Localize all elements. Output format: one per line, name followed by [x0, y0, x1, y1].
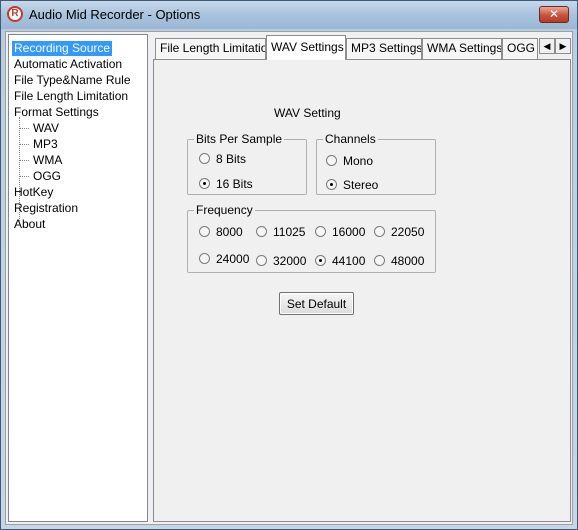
radio-freq-44100[interactable]: 44100 — [315, 254, 365, 268]
options-window: R Audio Mid Recorder - Options ✕ Recordi… — [0, 0, 578, 530]
radio-indicator — [199, 153, 210, 164]
radio-label: 44100 — [332, 254, 366, 268]
radio-indicator — [374, 226, 385, 237]
radio-indicator — [315, 226, 326, 237]
tab-strip: File Length Limitation WAV Settings MP3 … — [153, 34, 571, 60]
tree-item-wav[interactable]: WAV — [31, 121, 61, 136]
tree-item-recording-source[interactable]: Recording Source — [12, 41, 113, 56]
radio-indicator — [315, 255, 326, 266]
bits-per-sample-group: Bits Per Sample 8 Bits 16 Bits — [187, 132, 307, 195]
tree-item-file-type-name-rule[interactable]: File Type&Name Rule — [12, 73, 133, 88]
wav-settings-page: WAV Setting Bits Per Sample 8 Bits 16 Bi… — [153, 59, 571, 522]
tab-wma-settings[interactable]: WMA Settings — [422, 38, 502, 59]
title-bar[interactable]: R Audio Mid Recorder - Options ✕ — [1, 1, 577, 29]
radio-label: 48000 — [391, 254, 425, 268]
tab-scroll-right-icon[interactable]: ▶ — [555, 38, 571, 54]
window-title: Audio Mid Recorder - Options — [29, 7, 201, 22]
radio-8-bits[interactable]: 8 Bits — [199, 152, 246, 166]
tree-connector — [19, 144, 29, 145]
radio-freq-8000[interactable]: 8000 — [199, 225, 243, 239]
radio-freq-22050[interactable]: 22050 — [374, 225, 424, 239]
tree-item-hotkey[interactable]: HotKey — [12, 185, 55, 200]
tree-connector — [19, 176, 29, 177]
radio-label: 32000 — [273, 254, 307, 268]
radio-freq-48000[interactable]: 48000 — [374, 254, 424, 268]
tab-mp3-settings[interactable]: MP3 Settings — [346, 38, 422, 59]
app-icon: R — [7, 6, 23, 22]
radio-label: 16 Bits — [216, 177, 253, 191]
options-tree[interactable]: Recording Source Automatic Activation Fi… — [8, 34, 148, 522]
radio-indicator — [256, 255, 267, 266]
tree-item-file-length-limitation[interactable]: File Length Limitation — [12, 89, 130, 104]
radio-freq-24000[interactable]: 24000 — [199, 252, 249, 266]
tree-item-mp3[interactable]: MP3 — [31, 137, 60, 152]
radio-indicator — [256, 226, 267, 237]
radio-label: 11025 — [273, 225, 306, 239]
tab-file-length-limitation[interactable]: File Length Limitation — [155, 38, 266, 59]
tab-wav-settings[interactable]: WAV Settings — [266, 35, 346, 60]
channels-group: Channels Mono Stereo — [316, 132, 436, 195]
radio-freq-16000[interactable]: 16000 — [315, 225, 365, 239]
tree-item-about[interactable]: About — [12, 217, 47, 232]
radio-label: 8000 — [216, 225, 243, 239]
frequency-group: Frequency 8000 11025 16000 22050 24000 3… — [187, 203, 436, 273]
tree-item-automatic-activation[interactable]: Automatic Activation — [12, 57, 124, 72]
set-default-button[interactable]: Set Default — [279, 292, 354, 315]
tree-item-format-settings[interactable]: Format Settings — [12, 105, 101, 120]
radio-mono[interactable]: Mono — [326, 154, 373, 168]
client-area: Recording Source Automatic Activation Fi… — [5, 31, 573, 525]
tab-scroll-left-icon[interactable]: ◀ — [539, 38, 555, 54]
tab-ogg-settings[interactable]: OGG S — [502, 38, 538, 59]
radio-indicator — [326, 155, 337, 166]
radio-indicator — [199, 178, 210, 189]
tree-item-ogg[interactable]: OGG — [31, 169, 63, 184]
tree-connector — [19, 128, 29, 129]
radio-label: 24000 — [216, 252, 250, 266]
settings-panel: File Length Limitation WAV Settings MP3 … — [153, 34, 571, 522]
bits-per-sample-label: Bits Per Sample — [194, 132, 285, 146]
radio-label: 16000 — [332, 225, 366, 239]
radio-label: Mono — [343, 154, 374, 168]
radio-indicator — [199, 253, 210, 264]
close-button[interactable]: ✕ — [539, 6, 569, 23]
wav-setting-heading: WAV Setting — [274, 106, 341, 120]
frequency-label: Frequency — [194, 203, 255, 217]
radio-label: 8 Bits — [216, 152, 247, 166]
radio-16-bits[interactable]: 16 Bits — [199, 177, 253, 191]
radio-stereo[interactable]: Stereo — [326, 178, 378, 192]
radio-indicator — [374, 255, 385, 266]
tree-item-registration[interactable]: Registration — [12, 201, 80, 216]
tree-connector — [19, 160, 29, 161]
radio-indicator — [326, 179, 337, 190]
radio-label: Stereo — [343, 178, 379, 192]
radio-freq-11025[interactable]: 11025 — [256, 225, 305, 239]
radio-label: 22050 — [391, 225, 425, 239]
tree-item-wma[interactable]: WMA — [31, 153, 64, 168]
radio-freq-32000[interactable]: 32000 — [256, 254, 306, 268]
radio-indicator — [199, 226, 210, 237]
channels-label: Channels — [323, 132, 378, 146]
